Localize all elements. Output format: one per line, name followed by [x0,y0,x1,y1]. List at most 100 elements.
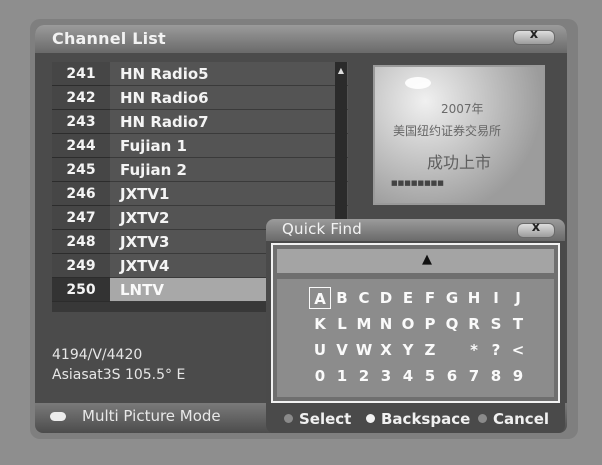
satellite-name: Asiasat3S 105.5° E [52,367,186,383]
channel-row[interactable]: 241 HN Radio5 [52,62,348,86]
key-button[interactable]: 7 [463,365,485,387]
channel-list-titlebar: Channel List x [35,25,567,53]
select-key-icon [284,414,293,423]
channel-number: 248 [52,230,110,254]
key-button[interactable]: 8 [485,365,507,387]
transponder-frequency: 4194/V/4420 [52,347,143,363]
cancel-key-icon [478,414,487,423]
key-button[interactable]: Y [397,339,419,361]
channel-preview: 2007年 美国纽约证券交易所 成功上市 ■■■■■■■■ [373,65,545,205]
quick-find-dialog: Quick Find x ▲ ABCDEFGHIJ KLMNOPQRST UVWXY… [266,219,565,433]
preview-text-listing: 成功上市 [427,153,492,172]
cancel-label: Cancel [493,410,550,428]
channel-number: 250 [52,278,110,302]
key-button[interactable]: M [353,313,375,335]
key-button[interactable]: N [375,313,397,335]
key-button[interactable]: G [441,287,463,309]
channel-number: 241 [52,62,110,86]
multi-picture-key-icon [50,412,66,421]
key-button[interactable]: < [507,339,529,361]
key-button[interactable]: B [331,287,353,309]
key-button[interactable]: ? [485,339,507,361]
key-button[interactable]: 4 [397,365,419,387]
cancel-button[interactable]: Cancel [478,410,549,428]
key-button[interactable]: V [331,339,353,361]
close-icon: x [531,220,541,235]
preview-text-footer: ■■■■■■■■ [391,179,444,187]
backspace-button[interactable]: Backspace [366,410,470,428]
quick-find-close-button[interactable]: x [517,220,555,238]
key-button[interactable]: 6 [441,365,463,387]
channel-list-title: Channel List [52,29,166,48]
key-button[interactable]: 5 [419,365,441,387]
channel-row[interactable]: 245 Fujian 2 [52,158,348,182]
channel-number: 247 [52,206,110,230]
key-button[interactable]: P [419,313,441,335]
channel-name: Fujian 2 [110,158,348,182]
key-button[interactable]: R [463,313,485,335]
select-button[interactable]: Select [284,410,351,428]
scroll-up-arrow-icon[interactable]: ▲ [335,66,347,75]
key-button[interactable]: X [375,339,397,361]
channel-row[interactable]: 244 Fujian 1 [52,134,348,158]
quick-find-input[interactable]: ▲ [277,249,554,273]
key-button[interactable]: W [353,339,375,361]
backspace-label: Backspace [381,410,471,428]
key-button[interactable] [441,339,463,361]
key-button[interactable]: Q [441,313,463,335]
channel-list-close-button[interactable]: x [513,27,555,45]
key-button[interactable]: C [353,287,375,309]
preview-highlight [405,77,431,89]
input-cursor-icon: ▲ [422,252,432,267]
key-button[interactable]: L [331,313,353,335]
quick-find-title: Quick Find [282,220,362,238]
channel-number: 246 [52,182,110,206]
quick-find-button-bar: Select Backspace Cancel [266,407,565,433]
quick-find-frame: ▲ A B C D E F G H I J K L M N O P Q R S T U V W X Y Z *? <0 1 2 3 4 5 6 7 8… [271,243,560,403]
keyboard-row: 0123456789 [309,365,529,387]
key-button[interactable]: * [463,339,485,361]
channel-number: 245 [52,158,110,182]
key-button[interactable]: H [463,287,485,309]
key-button[interactable]: O [397,313,419,335]
key-button[interactable]: D [375,287,397,309]
close-icon: x [529,27,539,42]
quick-find-keyboard: A B C D E F G H I J K L M N O P Q R S T U V W X Y Z *? <0 1 2 3 4 5 6 7 8 9 [277,279,554,397]
channel-row[interactable]: 246 JXTV1 [52,182,348,206]
channel-number: 244 [52,134,110,158]
key-button[interactable]: T [507,313,529,335]
preview-text-exchange: 美国纽约证券交易所 [393,124,502,138]
channel-name: HN Radio7 [110,110,348,134]
keyboard-row: ABCDEFGHIJ [309,287,529,309]
keyboard-row: U V W X Y Z *? < [309,339,529,361]
key-button[interactable]: 9 [507,365,529,387]
channel-name: HN Radio5 [110,62,348,86]
key-button[interactable]: K [309,313,331,335]
keyboard-row: KLMNOPQRST [309,313,529,335]
key-button[interactable]: 2 [353,365,375,387]
key-button[interactable]: 0 [309,365,331,387]
key-button[interactable]: I [485,287,507,309]
preview-text-year: 2007年 [441,102,484,116]
channel-name: HN Radio6 [110,86,348,110]
backspace-key-icon [366,414,375,423]
key-button[interactable]: U [309,339,331,361]
channel-number: 249 [52,254,110,278]
channel-number: 243 [52,110,110,134]
key-button[interactable]: E [397,287,419,309]
channel-row[interactable]: 243 HN Radio7 [52,110,348,134]
key-button[interactable]: A [309,287,331,309]
channel-name: Fujian 1 [110,134,348,158]
select-label: Select [299,410,352,428]
key-button[interactable]: J [507,287,529,309]
key-button[interactable]: F [419,287,441,309]
key-button[interactable]: 1 [331,365,353,387]
key-button[interactable]: 3 [375,365,397,387]
channel-name: JXTV1 [110,182,348,206]
key-button[interactable]: S [485,313,507,335]
channel-row[interactable]: 242 HN Radio6 [52,86,348,110]
channel-number: 242 [52,86,110,110]
quick-find-titlebar: Quick Find x [266,219,565,241]
key-button[interactable]: Z [419,339,441,361]
multi-picture-mode-label[interactable]: Multi Picture Mode [82,407,221,425]
